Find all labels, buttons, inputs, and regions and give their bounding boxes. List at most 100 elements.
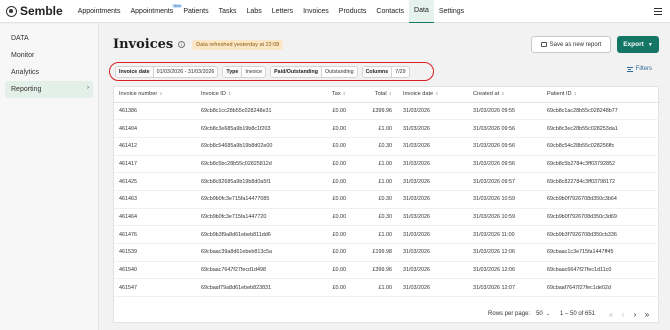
table-cell: 31/03/2026 bbox=[398, 102, 468, 121]
table-cell: 461425 bbox=[114, 172, 196, 191]
table-cell: £1.00 bbox=[352, 278, 398, 298]
table-cell: 69cbaac1c3e715fa1447ff45 bbox=[542, 243, 660, 262]
filter-pill[interactable]: Paid/Outstanding Outstanding bbox=[270, 65, 358, 78]
save-as-new-report-button[interactable]: Save as new report bbox=[531, 36, 611, 53]
table-cell: 69cb8c3e685a9b19b8c1f203 bbox=[196, 119, 312, 138]
nav-links: Appointments Appointments New Patients Tasks… bbox=[73, 0, 469, 23]
table-row[interactable]: 461404 69cb8c3e685a9b19b8c1f203 £0.00 £1.00… bbox=[114, 119, 660, 138]
table-cell: £1.00 bbox=[352, 172, 398, 191]
info-icon[interactable]: i bbox=[178, 41, 186, 48]
table-cell: 69cb8c3ec28b55c028253da1 bbox=[542, 119, 660, 138]
table-row[interactable]: 461417 69cb8c5bc28b55c02825812d £0.00 £1.00… bbox=[114, 155, 660, 174]
filter-value: Invoice bbox=[245, 68, 263, 75]
table-row[interactable]: 461464 69cb9b0fc3e715fa1447720 £0.00 £0.30 3… bbox=[114, 208, 660, 227]
table-cell: 69cb9b0fc3e715fa1447720 bbox=[196, 208, 312, 227]
nav-link-settings[interactable]: Settings bbox=[434, 0, 469, 23]
sort-icon[interactable]: ⇕ bbox=[343, 91, 346, 96]
table-cell: 69cb8c1ac28b55c028248b77 bbox=[542, 102, 660, 121]
table-cell: 69cb8c822784c3ff03798172 bbox=[542, 172, 660, 191]
table-cell: £0.30 bbox=[352, 137, 398, 156]
table-cell: 31/03/2026 bbox=[398, 119, 468, 138]
filter-pill[interactable]: Type Invoice bbox=[222, 65, 267, 78]
sort-icon[interactable]: ⇕ bbox=[228, 91, 231, 96]
sort-icon[interactable]: ⇕ bbox=[574, 91, 577, 96]
filters-button[interactable]: Filters bbox=[626, 66, 652, 72]
table-cell: 31/03/2026 bbox=[398, 172, 468, 191]
pagination-range: 1 – 50 of 651 bbox=[559, 311, 595, 317]
column-header[interactable]: Invoice number ⇕ bbox=[114, 87, 196, 103]
table-cell: 31/03/2026 09:56 bbox=[468, 155, 542, 174]
column-header[interactable]: Tax ⇕ bbox=[312, 87, 352, 103]
nav-link-appointments[interactable]: Appointments bbox=[73, 0, 126, 23]
sort-icon[interactable]: ⇕ bbox=[159, 91, 162, 96]
table-cell: 69cbaac39a8d61ebeb813c5a bbox=[196, 243, 312, 262]
first-page-icon[interactable]: « bbox=[605, 310, 617, 319]
table-cell: 69cb9b0fc3e715fa14477085 bbox=[196, 190, 312, 209]
filter-pill[interactable]: Invoice date 01/03/2026 - 31/03/2026 bbox=[115, 65, 219, 78]
chevron-down-icon: ⌄ bbox=[545, 311, 550, 317]
column-header[interactable]: Invoice ID ⇕ bbox=[196, 87, 312, 103]
next-page-icon[interactable]: › bbox=[629, 310, 641, 319]
sort-icon[interactable]: ⇕ bbox=[501, 91, 504, 96]
sidebar-item-analytics[interactable]: Analytics bbox=[0, 64, 98, 81]
table-cell: 461404 bbox=[114, 119, 196, 138]
nav-link-labs[interactable]: Labs bbox=[242, 0, 267, 23]
table-cell: 461540 bbox=[114, 261, 196, 280]
table-cell: 31/03/2026 09:55 bbox=[468, 102, 542, 121]
table-cell: 461417 bbox=[114, 155, 196, 174]
table-cell: 69cbaaf7647f27fec1de02d bbox=[542, 278, 660, 298]
nav-link-patients[interactable]: Patients bbox=[178, 0, 213, 23]
table-cell: 69cb9b3f9a8d61ebeb811dd6 bbox=[196, 225, 312, 244]
sort-icon[interactable]: ⇕ bbox=[389, 91, 392, 96]
export-button[interactable]: Export ▼ bbox=[617, 36, 659, 53]
table-cell: £0.00 bbox=[312, 225, 352, 244]
column-header[interactable]: Created at ⇕ bbox=[468, 87, 542, 103]
semble-logo[interactable]: Semble bbox=[6, 4, 63, 18]
table-row[interactable]: 461476 69cb9b3f9a8d61ebeb811dd6 £0.00 £1.00… bbox=[114, 225, 660, 244]
table-row[interactable]: 461547 69cbaaf79a8d61ebeb823831 £0.00 £1.00… bbox=[114, 278, 660, 298]
table-row[interactable]: 461540 69cbaac7647f27fecd1d498 £0.00 £399.9… bbox=[114, 261, 660, 280]
table-cell: £0.00 bbox=[312, 102, 352, 121]
filter-icon bbox=[626, 66, 633, 72]
table-cell: 461476 bbox=[114, 225, 196, 244]
nav-link-data[interactable]: Data bbox=[409, 0, 434, 23]
table-cell: £0.00 bbox=[312, 172, 352, 191]
sidebar-item-label: Reporting bbox=[11, 86, 42, 93]
nav-link-appointments-new[interactable]: Appointments New bbox=[126, 0, 183, 23]
table-cell: 69cb8c54c28b55c028256ffc bbox=[542, 137, 660, 156]
column-header[interactable]: Patient ID ⇕ bbox=[542, 87, 660, 103]
filter-value: 01/03/2026 - 31/03/2026 bbox=[156, 68, 215, 75]
filter-key: Columns bbox=[362, 66, 393, 77]
sidebar-item-reporting[interactable]: Reporting › bbox=[5, 81, 93, 98]
column-header[interactable]: Total ⇕ bbox=[352, 87, 398, 103]
nav-link-tasks[interactable]: Tasks bbox=[214, 0, 242, 23]
table-cell: 31/03/2026 11:00 bbox=[468, 225, 542, 244]
table-cell: £1.00 bbox=[352, 225, 398, 244]
table-row[interactable]: 461539 69cbaac39a8d61ebeb813c5a £0.00 £199.… bbox=[114, 243, 660, 262]
filter-pill[interactable]: Columns 7/29 bbox=[361, 65, 410, 78]
sort-icon[interactable]: ⇕ bbox=[435, 91, 438, 96]
table-cell: 31/03/2026 10:59 bbox=[468, 208, 542, 227]
table-cell: £1.00 bbox=[352, 155, 398, 174]
table-cell: 461464 bbox=[114, 208, 196, 227]
column-header[interactable]: Invoice date ⇕ bbox=[398, 87, 468, 103]
table-cell: £199.98 bbox=[352, 243, 398, 262]
nav-link-products[interactable]: Products bbox=[334, 0, 372, 23]
table-cell: £0.00 bbox=[312, 261, 352, 280]
rows-per-page-select[interactable]: 50 ⌄ bbox=[536, 311, 550, 317]
sidebar-item-monitor[interactable]: Monitor bbox=[0, 47, 98, 64]
hamburger-icon[interactable] bbox=[654, 8, 662, 15]
nav-link-invoices[interactable]: Invoices bbox=[298, 0, 334, 23]
chevron-right-icon: › bbox=[87, 85, 89, 91]
table-row[interactable]: 461412 69cb8c54685a9b19b8d02e00 £0.00 £0.30… bbox=[114, 137, 660, 156]
save-icon bbox=[540, 42, 547, 47]
previous-page-icon[interactable]: ‹ bbox=[617, 310, 629, 319]
last-page-icon[interactable]: » bbox=[641, 310, 653, 319]
nav-link-contacts[interactable]: Contacts bbox=[371, 0, 409, 23]
table-row[interactable]: 461386 69cb8c1cc28b55c028248e31 £0.00 £399.… bbox=[114, 102, 660, 121]
table-row[interactable]: 461463 69cb9b0fc3e715fa14477085 £0.00 £0.30… bbox=[114, 190, 660, 209]
table-cell: 69cb8c1cc28b55c028248e31 bbox=[196, 102, 312, 121]
table-row[interactable]: 461425 69cb8c82685a9b19b8d0a5f1 £0.00 £1.00… bbox=[114, 172, 660, 191]
table-cell: 461463 bbox=[114, 190, 196, 209]
nav-link-letters[interactable]: Letters bbox=[267, 0, 298, 23]
